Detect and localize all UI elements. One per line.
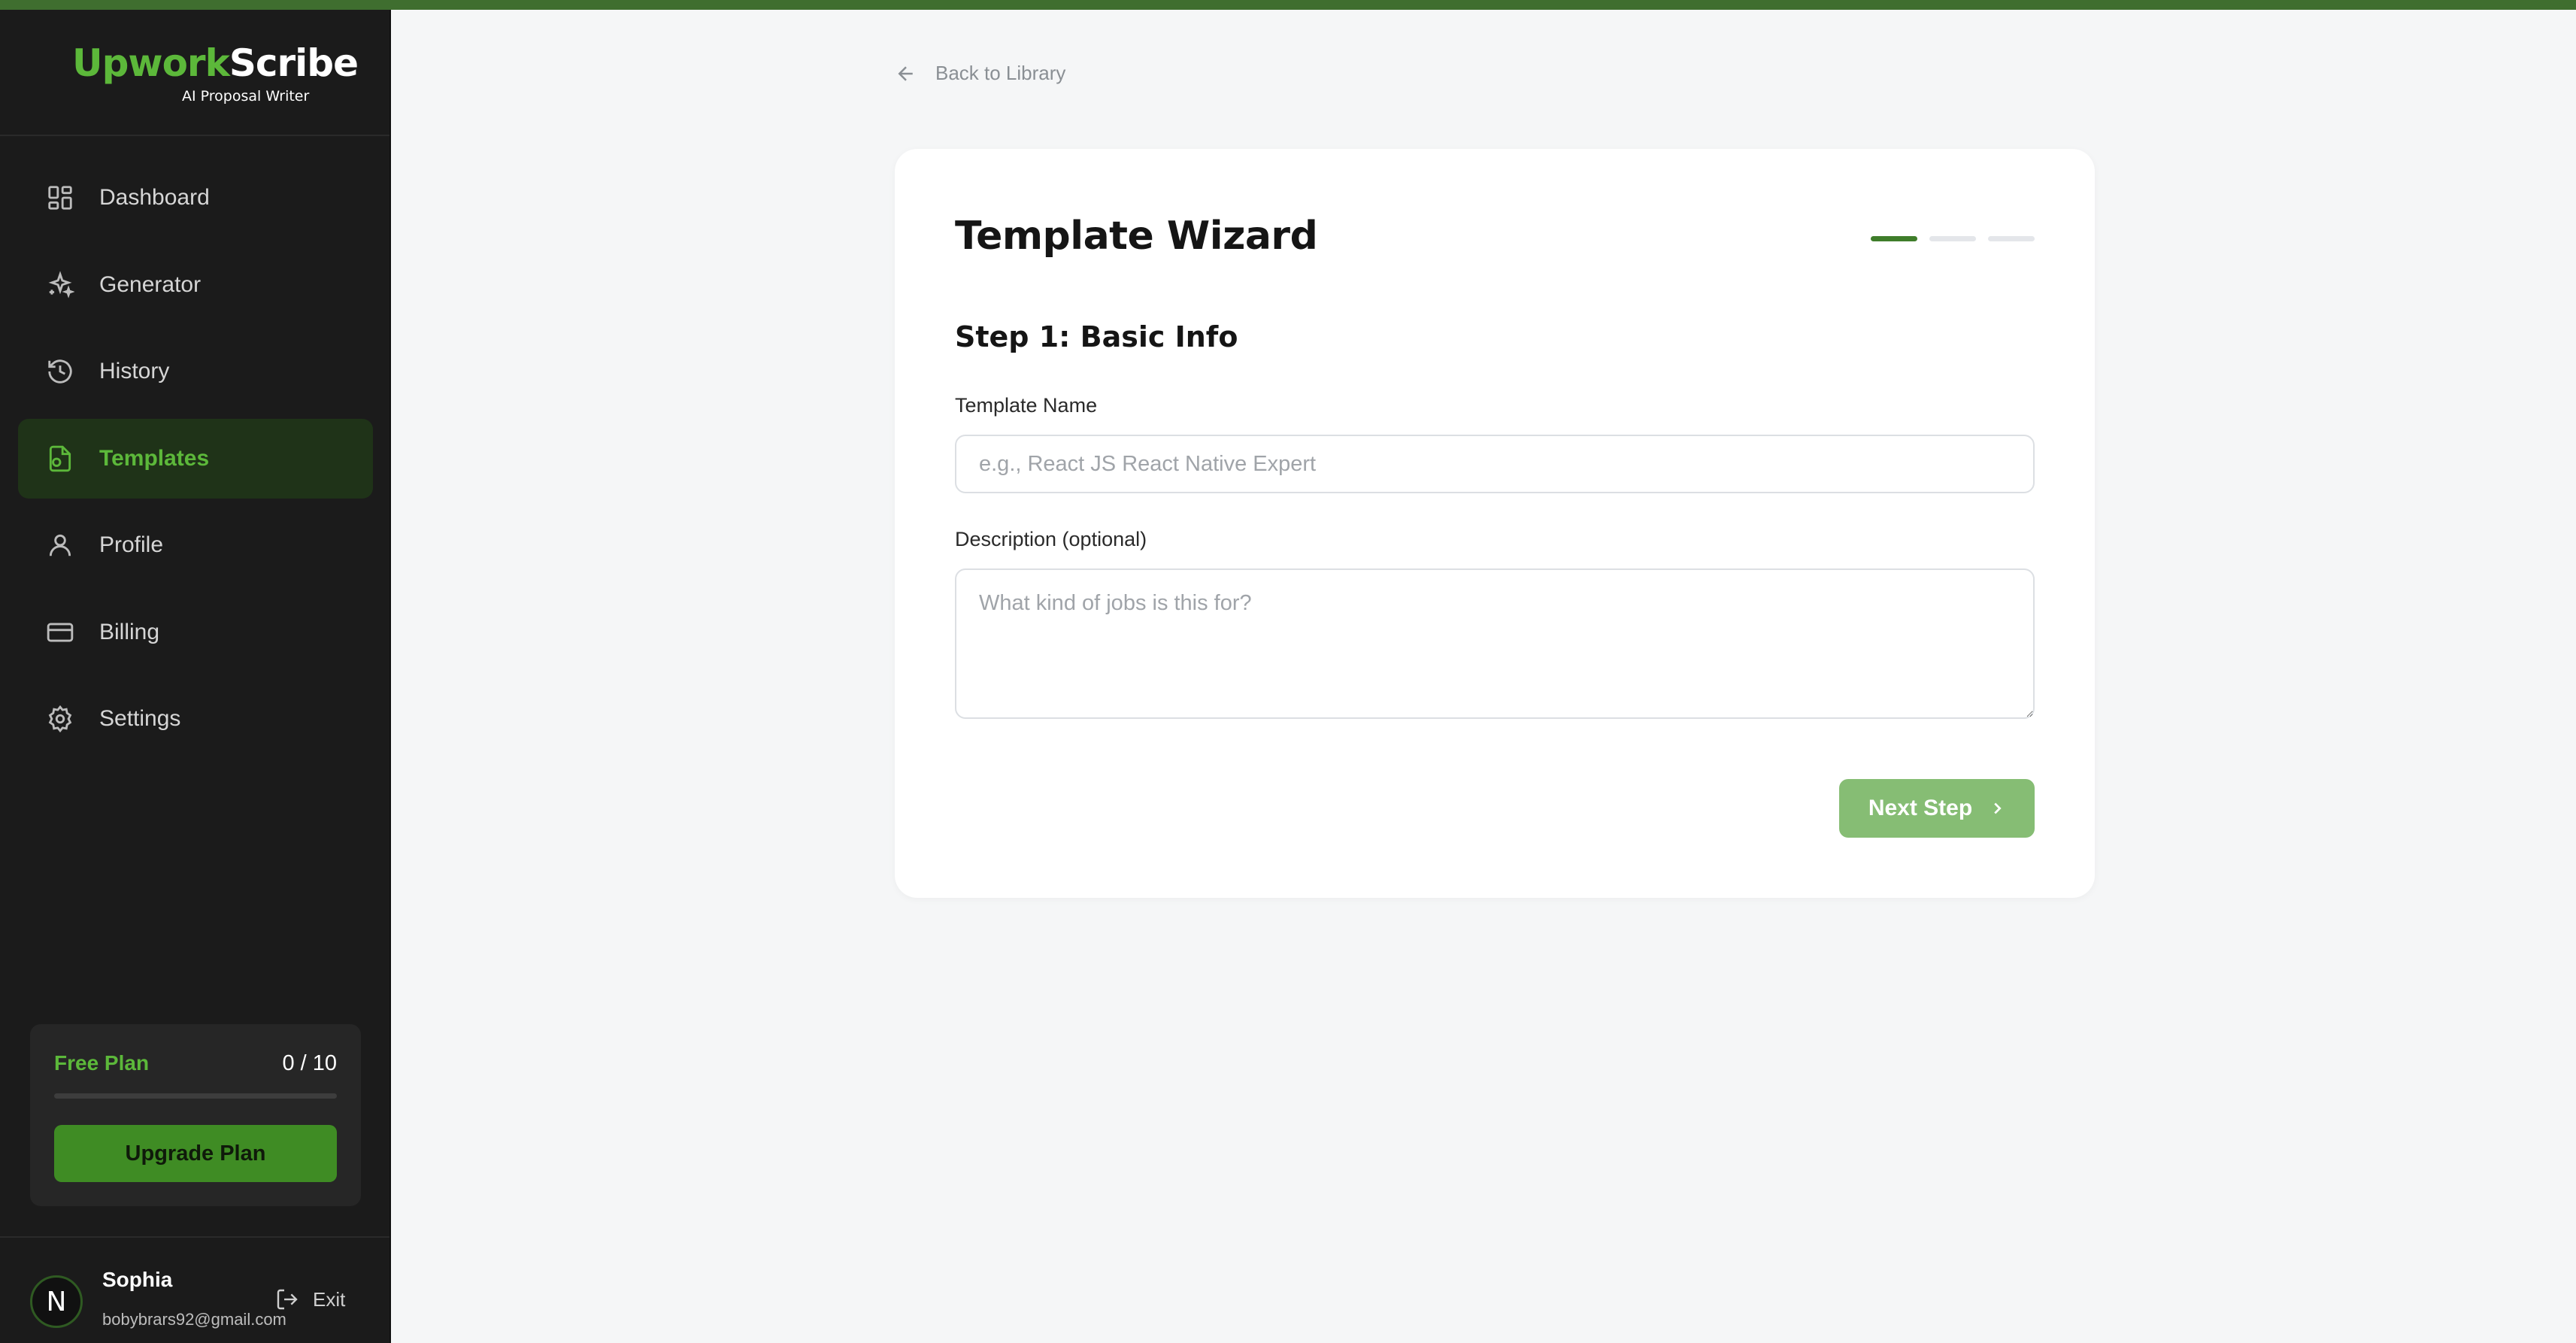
chevron-right-icon <box>1994 802 2002 814</box>
next-step-label: Next Step <box>1868 796 1973 820</box>
template-file-icon <box>45 444 75 474</box>
sparkles-icon <box>45 270 75 300</box>
sidebar-item-label: Dashboard <box>99 185 210 210</box>
sidebar-item-label: Templates <box>99 445 210 471</box>
template-name-label: Template Name <box>955 394 1098 417</box>
arrow-left-icon <box>898 65 913 81</box>
top-accent-bar <box>0 0 2576 10</box>
next-step-button[interactable]: Next Step <box>1839 779 2035 838</box>
sidebar: UpworkScribe AI Proposal Writer Dashboar… <box>0 0 391 1343</box>
template-wizard-card: Template Wizard Step 1: Basic Info Templ… <box>895 149 2095 898</box>
sidebar-item-history[interactable]: History <box>18 332 373 411</box>
step-indicator-3 <box>1988 236 2035 241</box>
sidebar-item-dashboard[interactable]: Dashboard <box>18 158 373 238</box>
exit-label: Exit <box>313 1287 346 1311</box>
credit-card-icon <box>45 617 75 647</box>
plan-name: Free Plan <box>54 1051 150 1075</box>
description-label: Description (optional) <box>955 528 1147 550</box>
description-textarea[interactable] <box>955 568 2035 719</box>
sidebar-item-label: Generator <box>99 271 202 297</box>
gear-icon <box>45 704 75 734</box>
plan-usage-card: Free Plan 0 / 10 Upgrade Plan <box>30 1024 361 1206</box>
user-email: bobybrars92@gmail.com <box>102 1310 286 1329</box>
logo-tagline: AI Proposal Writer <box>182 88 310 105</box>
logo[interactable]: UpworkScribe <box>72 41 359 85</box>
step-indicator-2 <box>1929 236 1976 241</box>
sidebar-item-label: History <box>99 359 170 383</box>
plan-usage-bar <box>54 1093 337 1099</box>
sidebar-nav: Dashboard Generator History Templates Pr… <box>18 158 373 766</box>
sidebar-item-label: Profile <box>99 532 164 557</box>
user-icon <box>45 530 75 560</box>
sidebar-item-settings[interactable]: Settings <box>18 679 373 759</box>
exit-button[interactable]: Exit <box>275 1287 345 1311</box>
step-title: Step 1: Basic Info <box>955 320 1238 353</box>
step-indicator-1 <box>1871 236 1917 241</box>
back-to-library-link[interactable]: Back to Library <box>895 62 1065 85</box>
sidebar-item-generator[interactable]: Generator <box>18 245 373 325</box>
user-panel: N Sophia bobybrars92@gmail.com Exit <box>0 1236 389 1343</box>
upgrade-plan-button[interactable]: Upgrade Plan <box>54 1125 337 1182</box>
history-icon <box>45 356 75 387</box>
template-name-input[interactable] <box>955 435 2035 493</box>
page-title: Template Wizard <box>955 214 1318 259</box>
plan-usage-count: 0 / 10 <box>282 1051 337 1075</box>
user-name: Sophia <box>102 1268 173 1291</box>
sidebar-item-billing[interactable]: Billing <box>18 593 373 672</box>
brand: UpworkScribe AI Proposal Writer <box>0 10 389 136</box>
dashboard-icon <box>45 183 75 213</box>
sidebar-item-profile[interactable]: Profile <box>18 505 373 585</box>
sidebar-item-label: Settings <box>99 706 181 731</box>
sidebar-item-label: Billing <box>99 619 160 644</box>
back-label: Back to Library <box>935 62 1066 84</box>
step-indicator <box>1871 236 2035 241</box>
logout-icon <box>277 1289 298 1310</box>
sidebar-item-templates[interactable]: Templates <box>18 418 373 499</box>
avatar[interactable]: N <box>30 1275 83 1328</box>
